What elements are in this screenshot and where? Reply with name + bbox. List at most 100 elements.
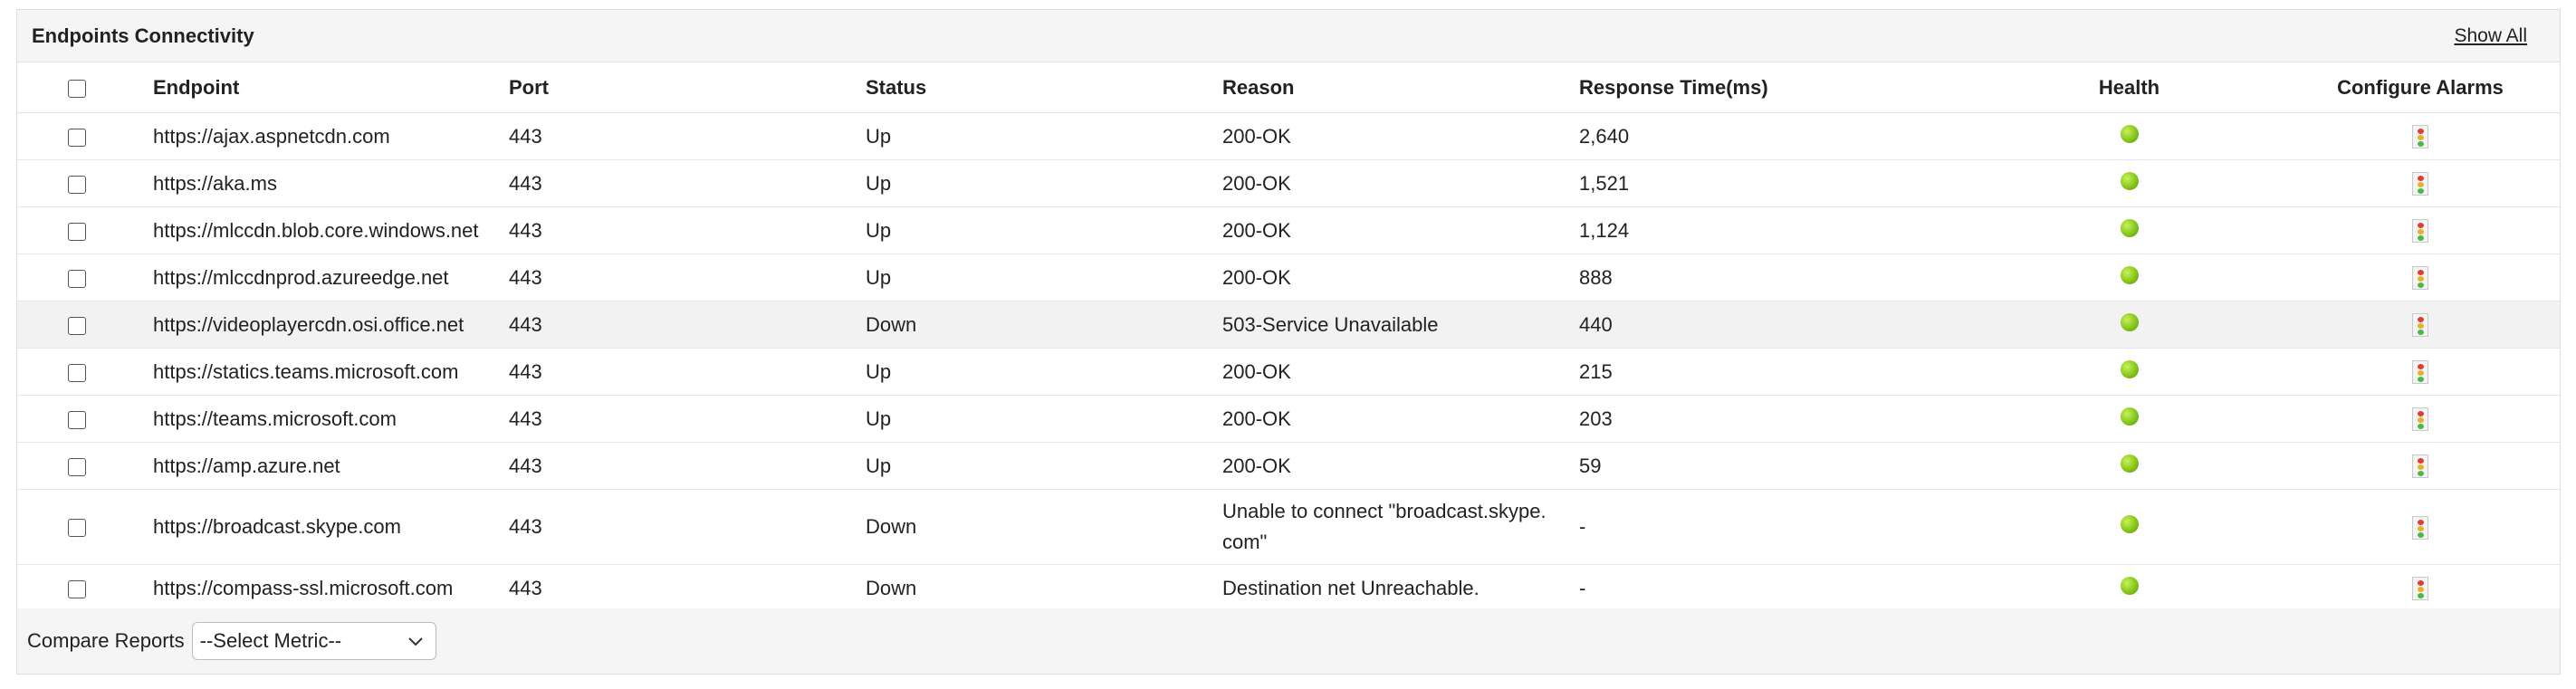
row-checkbox[interactable] [68,457,86,476]
table-row: https://statics.teams.microsoft.com 443 … [17,348,2560,396]
row-checkbox[interactable] [68,316,86,335]
response-time-cell: 888 [1579,254,1977,301]
green-dot-icon [2120,359,2139,378]
response-time-header[interactable]: Response Time(ms) [1579,62,1977,113]
endpoint-cell: https://broadcast.skype.com [153,489,509,565]
port-cell: 443 [509,301,866,349]
chevron-down-icon [407,637,423,646]
health-cell [1977,112,2281,160]
health-cell [1977,254,2281,301]
select-all-header [17,62,153,113]
health-cell [1977,564,2281,612]
reason-cell: 200-OK [1222,254,1579,301]
response-time-cell: 440 [1579,301,1977,349]
row-checkbox[interactable] [68,363,86,382]
port-cell: 443 [509,564,866,612]
port-cell: 443 [509,254,866,301]
panel-header: Endpoints Connectivity Show All [17,10,2560,62]
table-row: https://teams.microsoft.com 443 Up 200-O… [17,395,2560,443]
reason-header[interactable]: Reason [1222,62,1579,113]
response-time-cell: 2,640 [1579,112,1977,160]
status-cell: Up [866,112,1222,160]
row-checkbox[interactable] [68,128,86,147]
alarm-cell [2281,348,2560,396]
endpoint-cell: https://compass-ssl.microsoft.com [153,564,509,612]
traffic-light-icon[interactable] [2412,515,2428,540]
traffic-light-icon[interactable] [2412,455,2428,479]
green-dot-icon [2120,515,2139,533]
reason-cell: Unable to connect "broadcast.skype.com" [1222,489,1579,565]
table-row: https://broadcast.skype.com 443 Down Una… [17,489,2560,565]
port-header[interactable]: Port [509,62,866,113]
reason-text: Unable to connect "broadcast.skype.com" [1222,500,1547,553]
health-cell [1977,301,2281,349]
alarm-cell [2281,489,2560,565]
traffic-light-icon[interactable] [2412,125,2428,149]
table-row: https://videoplayercdn.osi.office.net 44… [17,301,2560,349]
alarm-cell [2281,564,2560,612]
endpoint-cell: https://mlccdn.blob.core.windows.net [153,206,509,254]
status-cell: Up [866,159,1222,207]
status-cell: Down [866,301,1222,349]
traffic-light-icon[interactable] [2412,577,2428,601]
row-checkbox[interactable] [68,410,86,429]
row-checkbox[interactable] [68,222,86,241]
port-cell: 443 [509,112,866,160]
metric-select-value: --Select Metric-- [199,629,342,652]
reason-cell: 200-OK [1222,395,1579,443]
endpoint-cell: https://ajax.aspnetcdn.com [153,112,509,160]
endpoint-cell: https://mlccdnprod.azureedge.net [153,254,509,301]
port-cell: 443 [509,395,866,443]
alarm-cell [2281,112,2560,160]
table-row: https://ajax.aspnetcdn.com 443 Up 200-OK… [17,112,2560,160]
panel-footer: Compare Reports --Select Metric-- [17,608,2560,674]
select-all-checkbox[interactable] [68,79,86,98]
compare-reports-label: Compare Reports [27,629,185,652]
port-cell: 443 [509,206,866,254]
show-all-link[interactable]: Show All [2454,25,2527,47]
status-cell: Up [866,348,1222,396]
endpoints-connectivity-panel: Endpoints Connectivity Show All Endpoint… [16,9,2561,675]
table-header-row: Endpoint Port Status Reason Response Tim… [17,62,2560,113]
row-checkbox[interactable] [68,519,86,538]
row-checkbox[interactable] [68,175,86,194]
alarm-cell [2281,301,2560,349]
health-header[interactable]: Health [1977,62,2281,113]
alarm-cell [2281,395,2560,443]
status-cell: Up [866,442,1222,490]
port-cell: 443 [509,489,866,565]
green-dot-icon [2120,407,2139,426]
status-header[interactable]: Status [866,62,1222,113]
port-cell: 443 [509,442,866,490]
traffic-light-icon[interactable] [2412,313,2428,338]
configure-alarms-header: Configure Alarms [2281,62,2560,113]
status-cell: Down [866,489,1222,565]
table-row: https://compass-ssl.microsoft.com 443 Do… [17,564,2560,612]
health-cell [1977,489,2281,565]
endpoint-header[interactable]: Endpoint [153,62,509,113]
status-cell: Up [866,395,1222,443]
response-time-cell: 1,521 [1579,159,1977,207]
green-dot-icon [2120,265,2139,284]
endpoint-cell: https://statics.teams.microsoft.com [153,348,509,396]
response-time-cell: 59 [1579,442,1977,490]
endpoint-cell: https://amp.azure.net [153,442,509,490]
green-dot-icon [2120,312,2139,331]
table-row: https://mlccdn.blob.core.windows.net 443… [17,206,2560,254]
health-cell [1977,348,2281,396]
metric-select[interactable]: --Select Metric-- [191,622,436,660]
traffic-light-icon[interactable] [2412,219,2428,244]
reason-cell: Destination net Unreachable. [1222,564,1579,612]
status-cell: Up [866,206,1222,254]
alarm-cell [2281,442,2560,490]
traffic-light-icon[interactable] [2412,360,2428,385]
table-row: https://mlccdnprod.azureedge.net 443 Up … [17,254,2560,301]
port-cell: 443 [509,159,866,207]
traffic-light-icon[interactable] [2412,172,2428,196]
green-dot-icon [2120,171,2139,190]
reason-cell: 200-OK [1222,206,1579,254]
traffic-light-icon[interactable] [2412,266,2428,291]
row-checkbox[interactable] [68,579,86,598]
traffic-light-icon[interactable] [2412,407,2428,432]
row-checkbox[interactable] [68,269,86,288]
